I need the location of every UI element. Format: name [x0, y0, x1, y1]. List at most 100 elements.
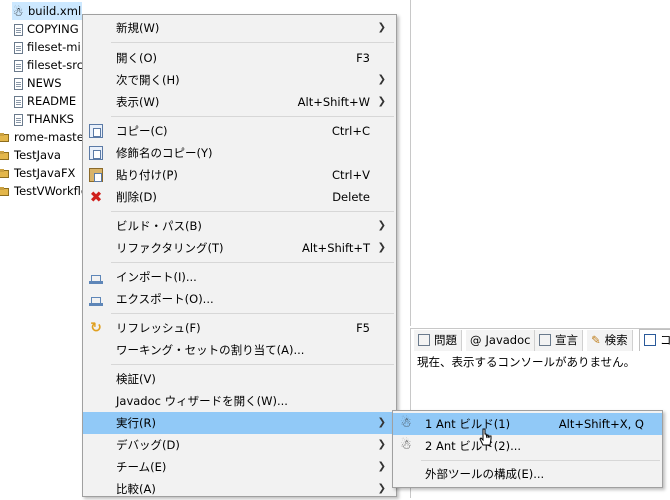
- import-icon: [89, 270, 103, 284]
- menu-item-export[interactable]: エクスポート(O)...: [83, 288, 396, 310]
- menu-item-label: リファクタリング(T): [116, 241, 224, 255]
- chevron-right-icon: ❯: [377, 74, 386, 85]
- menu-item-label: 修飾名のコピー(Y): [116, 146, 213, 160]
- refresh-icon: ↻: [90, 320, 102, 336]
- menu-item-refresh[interactable]: ↻ リフレッシュ(F) F5: [83, 317, 396, 339]
- project-icon: [0, 168, 10, 179]
- menu-separator: [111, 364, 394, 365]
- menu-item-label: インポート(I)...: [116, 270, 197, 284]
- menu-item-javadoc-wizard[interactable]: Javadoc ウィザードを開く(W)...: [83, 390, 396, 412]
- tree-item-label: TestJavaFX: [14, 166, 76, 180]
- ant-icon: ☃: [400, 438, 412, 453]
- tree-item-readme[interactable]: README: [14, 92, 76, 110]
- tree-item-label: rome-master: [14, 130, 84, 144]
- tree-item-copying[interactable]: COPYING: [14, 20, 79, 38]
- run-as-submenu: ☃ 1 Ant ビルド(1) Alt+Shift+X, Q ☃ 2 Ant ビル…: [392, 410, 663, 488]
- tab-javadoc[interactable]: @ Javadoc: [466, 330, 536, 351]
- menu-item-open-with[interactable]: 次で開く(H) ❯: [83, 69, 396, 91]
- tree-item-label: TestVWorkflo: [14, 184, 84, 198]
- tree-item-testjavafx[interactable]: TestJavaFX: [0, 164, 75, 182]
- menu-item-label: 開く(O): [116, 51, 158, 65]
- tree-item-testjava[interactable]: TestJava: [0, 146, 61, 164]
- menu-item-shortcut: Alt+Shift+X, Q: [558, 417, 644, 431]
- menu-separator: [111, 313, 394, 314]
- tree-item-build-xml[interactable]: ☃ build.xml: [12, 2, 82, 20]
- menu-item-debug-as[interactable]: デバッグ(D) ❯: [83, 434, 396, 456]
- menu-item-label: 削除(D): [116, 190, 157, 204]
- menu-item-build-path[interactable]: ビルド・パス(B) ❯: [83, 215, 396, 237]
- tree-item-label: NEWS: [27, 76, 62, 90]
- ant-icon: ☃: [400, 416, 412, 431]
- menu-item-validate[interactable]: 検証(V): [83, 368, 396, 390]
- chevron-right-icon: ❯: [377, 417, 386, 428]
- menu-item-label: 実行(R): [116, 416, 156, 430]
- menu-item-copy-qualified-name[interactable]: 修飾名のコピー(Y): [83, 142, 396, 164]
- menu-item-label: デバッグ(D): [116, 438, 180, 452]
- search-icon: ✎: [591, 333, 601, 347]
- menu-item-label: エクスポート(O)...: [116, 292, 214, 306]
- view-tab-bar: 問題 @ Javadoc 宣言 ✎ 検索 コ: [414, 329, 670, 352]
- menu-item-shortcut: Alt+Shift+W: [297, 95, 370, 109]
- mouse-pointer-icon: [479, 428, 492, 446]
- chevron-right-icon: ❯: [377, 220, 386, 231]
- menu-item-assign-working-sets[interactable]: ワーキング・セットの割り当て(A)...: [83, 339, 396, 361]
- paste-icon: [89, 168, 103, 182]
- tab-declaration[interactable]: 宣言: [535, 330, 583, 351]
- menu-item-team[interactable]: チーム(E) ❯: [83, 456, 396, 478]
- tree-item-fileset-mi[interactable]: fileset-mi: [14, 38, 81, 56]
- tab-label: Javadoc: [485, 333, 531, 347]
- menu-item-open[interactable]: 開く(O) F3: [83, 47, 396, 69]
- tree-item-rome-master[interactable]: rome-master: [0, 128, 84, 146]
- menu-item-delete[interactable]: ✖ 削除(D) Delete: [83, 186, 396, 208]
- javadoc-icon: @: [470, 333, 482, 347]
- tab-console[interactable]: コ: [639, 329, 670, 351]
- menu-item-copy[interactable]: コピー(C) Ctrl+C: [83, 120, 396, 142]
- tab-search[interactable]: ✎ 検索: [587, 330, 633, 351]
- tab-label: 検索: [604, 333, 628, 347]
- chevron-right-icon: ❯: [377, 439, 386, 450]
- submenu-item-external-tools-config[interactable]: 外部ツールの構成(E)...: [393, 463, 662, 485]
- menu-item-label: 表示(W): [116, 95, 160, 109]
- menu-item-label: チーム(E): [116, 460, 167, 474]
- tab-label: 宣言: [555, 333, 578, 347]
- file-icon: [14, 59, 23, 72]
- menu-item-label: ワーキング・セットの割り当て(A)...: [116, 343, 305, 357]
- file-icon: [14, 41, 23, 54]
- tree-item-fileset-src[interactable]: fileset-src: [14, 56, 83, 74]
- menu-separator: [421, 460, 660, 461]
- menu-item-label: 貼り付け(P): [116, 168, 178, 182]
- tree-item-label: THANKS: [27, 112, 74, 126]
- chevron-right-icon: ❯: [377, 461, 386, 472]
- menu-separator: [111, 211, 394, 212]
- menu-item-show-in[interactable]: 表示(W) Alt+Shift+W ❯: [83, 91, 396, 113]
- menu-item-label: コピー(C): [116, 124, 168, 138]
- tree-item-label: README: [27, 94, 77, 108]
- export-icon: [89, 292, 103, 306]
- menu-item-paste[interactable]: 貼り付け(P) Ctrl+V: [83, 164, 396, 186]
- tree-item-label: TestJava: [14, 148, 61, 162]
- menu-separator: [111, 116, 394, 117]
- copy-icon: [89, 124, 103, 138]
- tab-label: 問題: [434, 333, 457, 347]
- menu-item-label: 次で開く(H): [116, 73, 180, 87]
- menu-item-run-as[interactable]: 実行(R) ❯: [83, 412, 396, 434]
- submenu-item-ant-build-2[interactable]: ☃ 2 Ant ビルド(2)...: [393, 435, 662, 457]
- menu-item-label: ビルド・パス(B): [116, 219, 202, 233]
- delete-icon: ✖: [89, 188, 103, 206]
- editor-area: [410, 0, 670, 326]
- tree-item-testvworkflow[interactable]: TestVWorkflo: [0, 182, 84, 200]
- tab-problems[interactable]: 問題: [414, 330, 462, 351]
- menu-item-label: 1 Ant ビルド(1): [425, 417, 511, 431]
- file-icon: [14, 113, 23, 126]
- ant-file-icon: ☃: [12, 4, 24, 19]
- submenu-item-ant-build-1[interactable]: ☃ 1 Ant ビルド(1) Alt+Shift+X, Q: [393, 413, 662, 435]
- menu-item-import[interactable]: インポート(I)...: [83, 266, 396, 288]
- menu-item-refactor[interactable]: リファクタリング(T) Alt+Shift+T ❯: [83, 237, 396, 259]
- tree-item-label: fileset-src: [27, 58, 84, 72]
- tab-label: コ: [660, 333, 670, 347]
- problems-icon: [418, 334, 430, 346]
- tree-item-news[interactable]: NEWS: [14, 74, 62, 92]
- tree-item-thanks[interactable]: THANKS: [14, 110, 74, 128]
- file-icon: [14, 77, 23, 90]
- menu-item-new[interactable]: 新規(W) ❯: [83, 17, 396, 39]
